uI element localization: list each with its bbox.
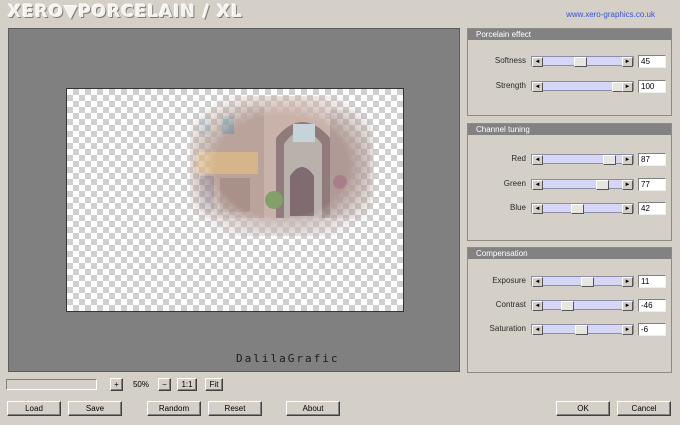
contrast-value-input[interactable]: -46 — [638, 299, 666, 312]
panel-title: Porcelain effect — [468, 29, 671, 40]
green-value-input[interactable]: 77 — [638, 178, 666, 191]
app-logo: XERO▼PORCELAIN / XL — [8, 2, 243, 22]
slider-label: Red — [511, 154, 526, 163]
strength-value-input[interactable]: 100 — [638, 80, 666, 93]
arrow-right-icon[interactable]: ► — [622, 155, 633, 165]
arrow-left-icon[interactable]: ◄ — [532, 57, 543, 67]
slider-thumb[interactable] — [560, 301, 574, 311]
preview-image — [190, 96, 374, 236]
slider-label: Blue — [509, 203, 526, 212]
slider-row-saturation: Saturation ◄ ► -6 — [468, 323, 671, 336]
arrow-left-icon[interactable]: ◄ — [532, 82, 543, 92]
arrow-right-icon[interactable]: ► — [622, 204, 633, 214]
arrow-left-icon[interactable]: ◄ — [532, 155, 543, 165]
green-slider[interactable]: ◄ ► — [531, 179, 634, 190]
softness-slider[interactable]: ◄ ► — [531, 56, 634, 67]
watermark: DalilaGrafic — [236, 352, 340, 365]
slider-label: Strength — [495, 81, 526, 90]
zoom-level: 50% — [132, 380, 149, 389]
about-button[interactable]: About — [286, 401, 340, 416]
website-link[interactable]: www.xero-graphics.co.uk — [566, 10, 655, 19]
porcelain-effect-panel: Porcelain effect Softness ◄ ► 45 Strengt… — [467, 28, 672, 116]
strength-slider[interactable]: ◄ ► — [531, 81, 634, 92]
title-bar: XERO▼PORCELAIN / XL www.xero-graphics.co… — [0, 0, 680, 24]
slider-row-softness: Softness ◄ ► 45 — [468, 55, 671, 68]
compensation-panel: Compensation Exposure ◄ ► 11 Contrast ◄ … — [467, 247, 672, 373]
arrow-right-icon[interactable]: ► — [622, 277, 633, 287]
slider-label: Softness — [494, 56, 526, 65]
reset-button[interactable]: Reset — [208, 401, 262, 416]
arrow-left-icon[interactable]: ◄ — [532, 180, 543, 190]
saturation-slider[interactable]: ◄ ► — [531, 324, 634, 335]
slider-row-strength: Strength ◄ ► 100 — [468, 80, 671, 93]
slider-thumb[interactable] — [595, 180, 609, 190]
slider-thumb[interactable] — [574, 325, 588, 335]
arrow-right-icon[interactable]: ► — [622, 57, 633, 67]
red-slider[interactable]: ◄ ► — [531, 154, 634, 165]
slider-thumb[interactable] — [580, 277, 594, 287]
arrow-right-icon[interactable]: ► — [622, 325, 633, 335]
zoom-fit-button[interactable]: Fit — [205, 378, 223, 391]
arrow-left-icon[interactable]: ◄ — [532, 204, 543, 214]
slider-label: Green — [503, 179, 526, 188]
arrow-left-icon[interactable]: ◄ — [532, 277, 543, 287]
exposure-slider[interactable]: ◄ ► — [531, 276, 634, 287]
arrow-right-icon[interactable]: ► — [622, 180, 633, 190]
slider-label: Exposure — [492, 276, 526, 285]
slider-thumb[interactable] — [573, 57, 587, 67]
contrast-slider[interactable]: ◄ ► — [531, 300, 634, 311]
cancel-button[interactable]: Cancel — [617, 401, 671, 416]
softness-value-input[interactable]: 45 — [638, 55, 666, 68]
zoom-actual-size-button[interactable]: 1:1 — [177, 378, 197, 391]
red-value-input[interactable]: 87 — [638, 153, 666, 166]
arrow-left-icon[interactable]: ◄ — [532, 325, 543, 335]
slider-thumb[interactable] — [571, 204, 585, 214]
arrow-right-icon[interactable]: ► — [622, 301, 633, 311]
panel-title: Compensation — [468, 248, 671, 259]
zoom-out-button[interactable]: − — [158, 378, 171, 391]
arrow-left-icon[interactable]: ◄ — [532, 301, 543, 311]
random-button[interactable]: Random — [147, 401, 201, 416]
progress-bar — [6, 379, 97, 390]
ok-button[interactable]: OK — [556, 401, 610, 416]
slider-label: Saturation — [489, 324, 526, 333]
slider-row-red: Red ◄ ► 87 — [468, 153, 671, 166]
slider-row-blue: Blue ◄ ► 42 — [468, 202, 671, 215]
slider-label: Contrast — [495, 300, 526, 309]
slider-row-green: Green ◄ ► 77 — [468, 178, 671, 191]
blue-value-input[interactable]: 42 — [638, 202, 666, 215]
save-button[interactable]: Save — [68, 401, 122, 416]
zoom-in-button[interactable]: + — [110, 378, 123, 391]
slider-row-contrast: Contrast ◄ ► -46 — [468, 299, 671, 312]
saturation-value-input[interactable]: -6 — [638, 323, 666, 336]
load-button[interactable]: Load — [7, 401, 61, 416]
panel-title: Channel tuning — [468, 124, 671, 135]
slider-row-exposure: Exposure ◄ ► 11 — [468, 275, 671, 288]
channel-tuning-panel: Channel tuning Red ◄ ► 87 Green ◄ ► 77 B… — [467, 123, 672, 241]
blue-slider[interactable]: ◄ ► — [531, 203, 634, 214]
slider-thumb[interactable] — [602, 155, 616, 165]
exposure-value-input[interactable]: 11 — [638, 275, 666, 288]
arrow-right-icon[interactable]: ► — [622, 82, 633, 92]
